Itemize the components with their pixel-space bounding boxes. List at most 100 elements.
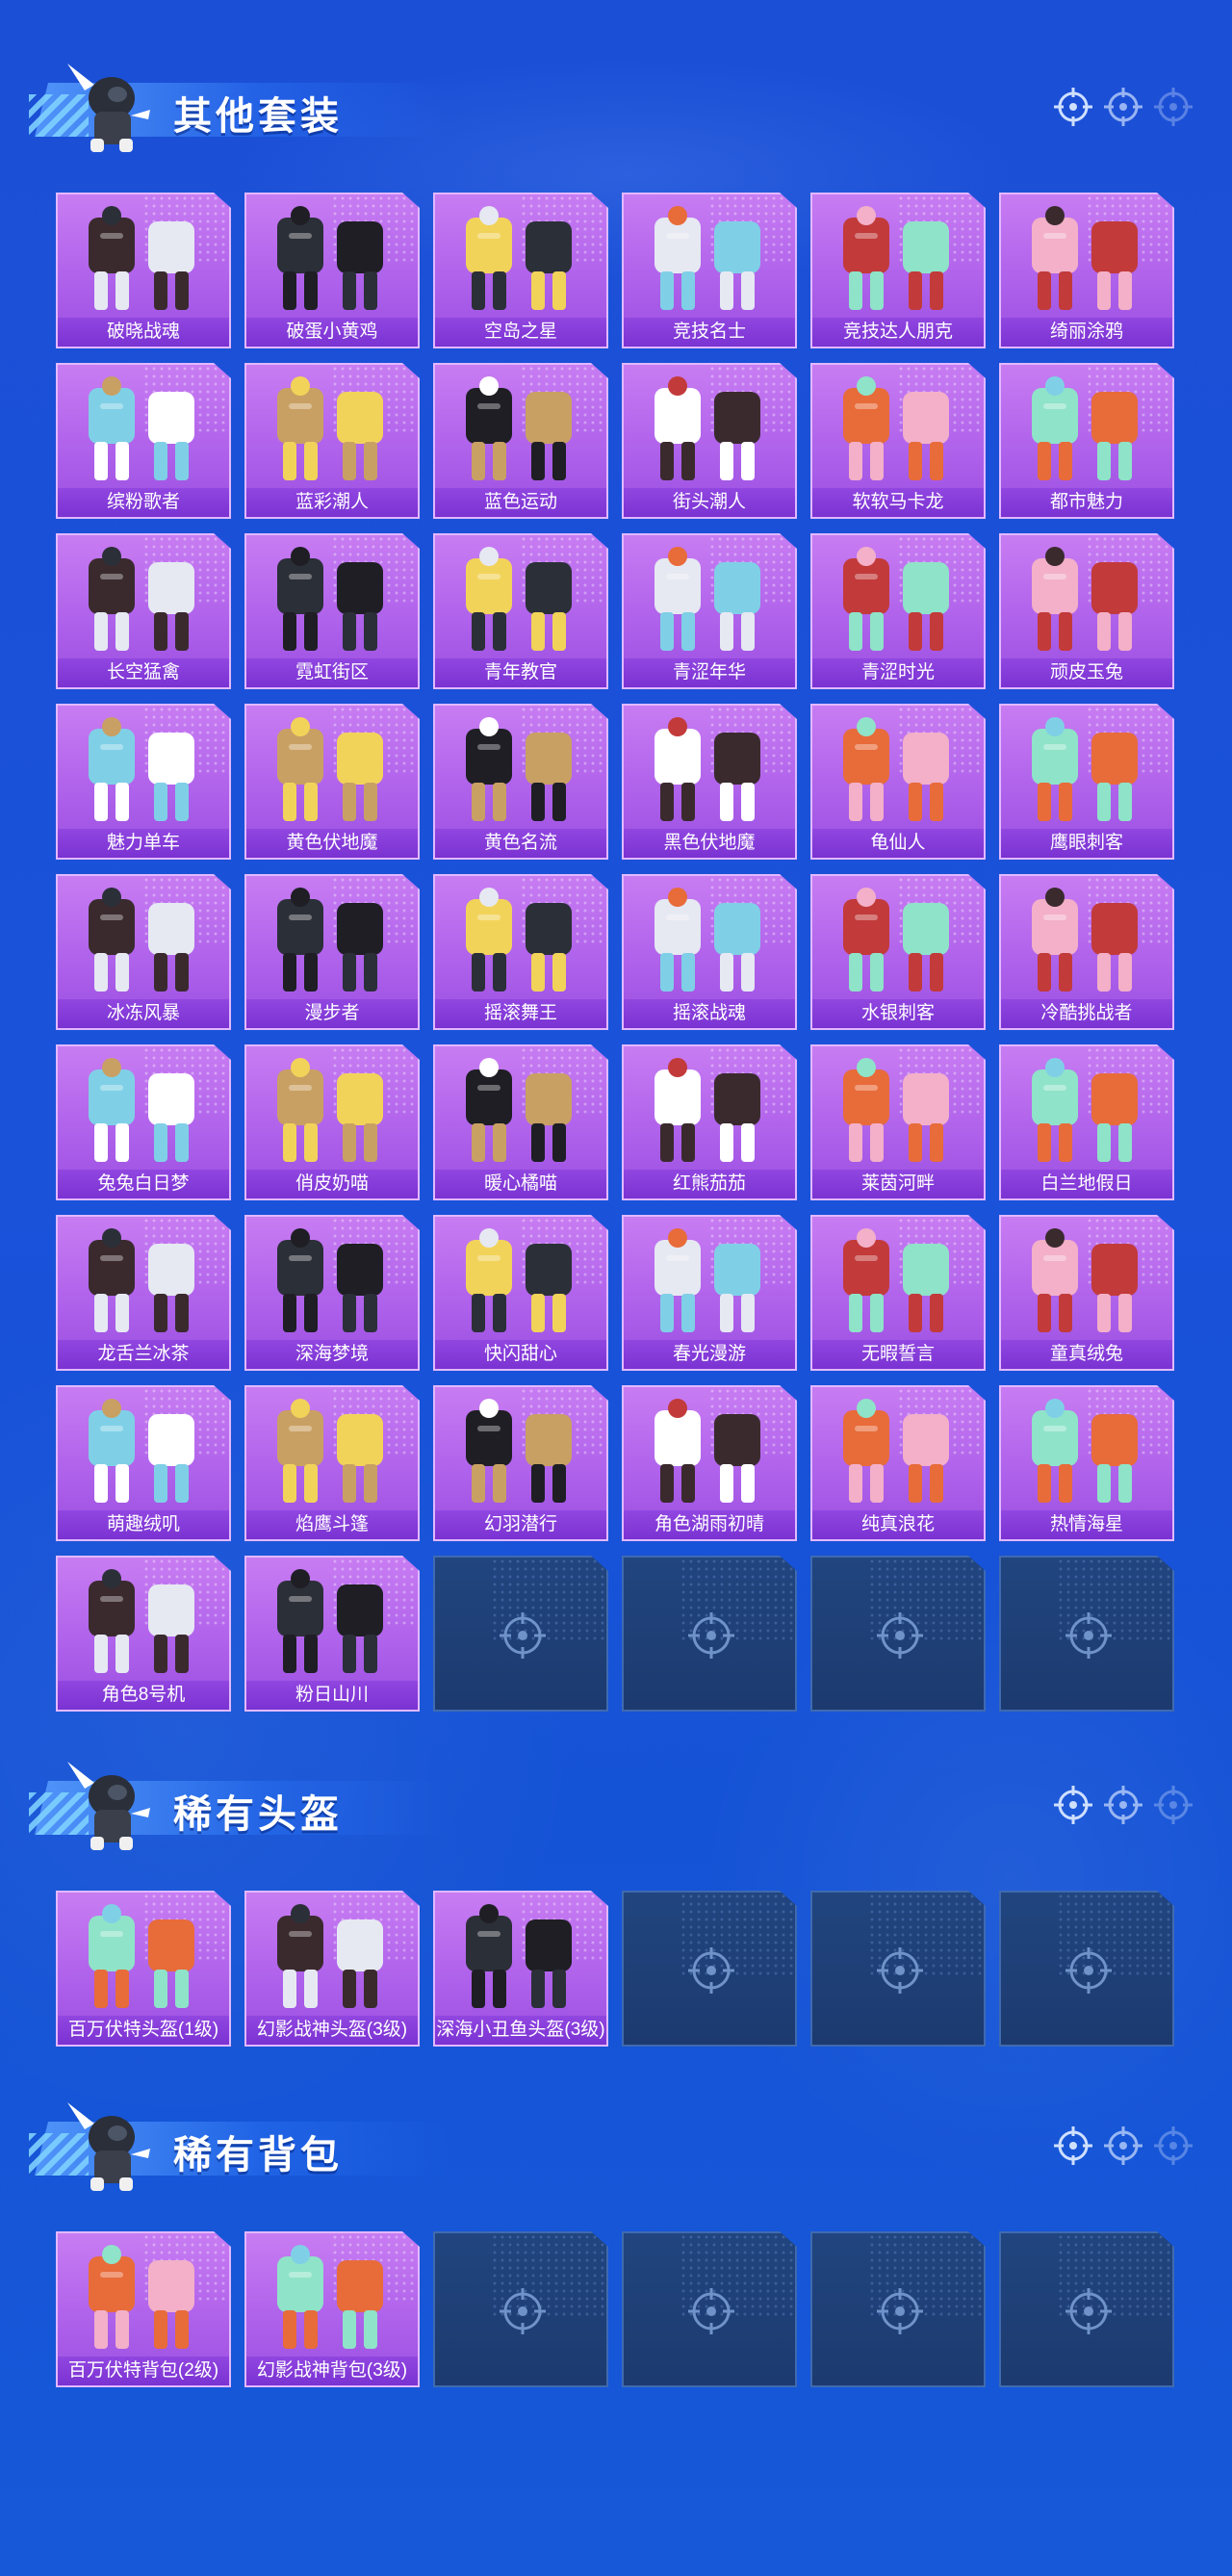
crosshair-icon bbox=[1154, 1786, 1193, 1824]
crosshair-icon bbox=[1054, 1786, 1092, 1824]
item-label: 深海梦境 bbox=[246, 1340, 418, 1369]
item-card[interactable]: 软软马卡龙 bbox=[810, 363, 986, 519]
item-card[interactable]: 深海梦境 bbox=[244, 1215, 420, 1371]
item-card[interactable]: 快闪甜心 bbox=[433, 1215, 608, 1371]
item-card[interactable]: 黄色名流 bbox=[433, 704, 608, 860]
item-image bbox=[449, 886, 593, 999]
item-card[interactable]: 青涩年华 bbox=[622, 533, 797, 689]
item-label: 兔兔白日梦 bbox=[58, 1170, 229, 1198]
item-card[interactable]: 青年教官 bbox=[433, 533, 608, 689]
item-image bbox=[637, 715, 782, 829]
item-card[interactable]: 街头潮人 bbox=[622, 363, 797, 519]
crosshair-icon bbox=[496, 1609, 550, 1662]
crosshair-icon bbox=[684, 1609, 738, 1662]
item-card[interactable]: 霓虹街区 bbox=[244, 533, 420, 689]
item-card[interactable]: 魅力单车 bbox=[56, 704, 231, 860]
item-card[interactable]: 俏皮奶喵 bbox=[244, 1044, 420, 1200]
item-card[interactable]: 焰鹰斗篷 bbox=[244, 1385, 420, 1541]
item-card[interactable]: 萌趣绒叽 bbox=[56, 1385, 231, 1541]
item-card[interactable]: 幻羽潜行 bbox=[433, 1385, 608, 1541]
item-card[interactable]: 暖心橘喵 bbox=[433, 1044, 608, 1200]
item-card[interactable]: 无暇誓言 bbox=[810, 1215, 986, 1371]
crosshair-icon bbox=[684, 2284, 738, 2338]
item-label: 黑色伏地魔 bbox=[624, 829, 795, 858]
item-image bbox=[260, 1397, 404, 1510]
item-card[interactable]: 热情海星 bbox=[999, 1385, 1174, 1541]
item-label: 焰鹰斗篷 bbox=[246, 1510, 418, 1539]
item-card[interactable]: 水银刺客 bbox=[810, 874, 986, 1030]
item-label: 竞技名士 bbox=[624, 318, 795, 347]
item-card[interactable]: 竞技达人朋克 bbox=[810, 193, 986, 348]
item-card[interactable]: 顽皮玉兔 bbox=[999, 533, 1174, 689]
crosshair-icon bbox=[1054, 2126, 1092, 2165]
item-image bbox=[1014, 545, 1159, 658]
item-image bbox=[826, 715, 970, 829]
item-card[interactable]: 百万伏特头盔(1级) bbox=[56, 1891, 231, 2047]
item-label: 魅力单车 bbox=[58, 829, 229, 858]
item-card[interactable]: 青涩时光 bbox=[810, 533, 986, 689]
item-card[interactable]: 黑色伏地魔 bbox=[622, 704, 797, 860]
item-card[interactable]: 蓝色运动 bbox=[433, 363, 608, 519]
item-card[interactable]: 龙舌兰冰茶 bbox=[56, 1215, 231, 1371]
item-card[interactable]: 红熊茄茄 bbox=[622, 1044, 797, 1200]
item-image bbox=[71, 545, 216, 658]
item-grid: 百万伏特背包(2级) 幻影战神背包(3级) bbox=[56, 2231, 1174, 2387]
item-card[interactable]: 破蛋小黄鸡 bbox=[244, 193, 420, 348]
item-image bbox=[1014, 715, 1159, 829]
item-label: 幻羽潜行 bbox=[435, 1510, 606, 1539]
crosshair-icon bbox=[1062, 1944, 1116, 1997]
item-card[interactable]: 长空猛禽 bbox=[56, 533, 231, 689]
item-card[interactable]: 摇滚舞王 bbox=[433, 874, 608, 1030]
item-card[interactable]: 摇滚战魂 bbox=[622, 874, 797, 1030]
item-label: 长空猛禽 bbox=[58, 658, 229, 687]
item-grid: 百万伏特头盔(1级) 幻影战神头盔(3级) 深海小丑鱼头盔(3级) bbox=[56, 1891, 1174, 2047]
item-card[interactable]: 破晓战魂 bbox=[56, 193, 231, 348]
item-image bbox=[637, 1397, 782, 1510]
item-image bbox=[71, 715, 216, 829]
item-card[interactable]: 兔兔白日梦 bbox=[56, 1044, 231, 1200]
item-card[interactable]: 莱茵河畔 bbox=[810, 1044, 986, 1200]
item-card[interactable]: 都市魅力 bbox=[999, 363, 1174, 519]
item-image bbox=[260, 715, 404, 829]
item-card[interactable]: 纯真浪花 bbox=[810, 1385, 986, 1541]
item-card[interactable]: 竞技名士 bbox=[622, 193, 797, 348]
item-label: 黄色伏地魔 bbox=[246, 829, 418, 858]
empty-slot bbox=[622, 1556, 797, 1712]
item-image bbox=[637, 204, 782, 318]
item-label: 百万伏特头盔(1级) bbox=[58, 2016, 229, 2045]
item-card[interactable]: 幻影战神头盔(3级) bbox=[244, 1891, 420, 2047]
item-card[interactable]: 角色8号机 bbox=[56, 1556, 231, 1712]
item-label: 都市魅力 bbox=[1001, 488, 1172, 517]
item-image bbox=[449, 715, 593, 829]
item-card[interactable]: 白兰地假日 bbox=[999, 1044, 1174, 1200]
item-card[interactable]: 空岛之星 bbox=[433, 193, 608, 348]
item-label: 摇滚战魂 bbox=[624, 999, 795, 1028]
item-image bbox=[826, 374, 970, 488]
item-card[interactable]: 黄色伏地魔 bbox=[244, 704, 420, 860]
item-label: 萌趣绒叽 bbox=[58, 1510, 229, 1539]
item-card[interactable]: 粉日山川 bbox=[244, 1556, 420, 1712]
item-card[interactable]: 龟仙人 bbox=[810, 704, 986, 860]
section-title: 稀有背包 bbox=[173, 2134, 343, 2177]
item-card[interactable]: 春光漫游 bbox=[622, 1215, 797, 1371]
item-card[interactable]: 童真绒兔 bbox=[999, 1215, 1174, 1371]
item-card[interactable]: 角色湖雨初晴 bbox=[622, 1385, 797, 1541]
item-label: 红熊茄茄 bbox=[624, 1170, 795, 1198]
crosshair-icon bbox=[1054, 88, 1092, 126]
item-label: 莱茵河畔 bbox=[812, 1170, 984, 1198]
item-card[interactable]: 漫步者 bbox=[244, 874, 420, 1030]
decor-crosshairs bbox=[1051, 1783, 1195, 1827]
item-image bbox=[1014, 1226, 1159, 1340]
item-card[interactable]: 冰冻风暴 bbox=[56, 874, 231, 1030]
item-card[interactable]: 幻影战神背包(3级) bbox=[244, 2231, 420, 2387]
empty-slot bbox=[999, 1891, 1174, 2047]
item-card[interactable]: 缤粉歌者 bbox=[56, 363, 231, 519]
item-card[interactable]: 冷酷挑战者 bbox=[999, 874, 1174, 1030]
item-card[interactable]: 蓝彩潮人 bbox=[244, 363, 420, 519]
item-card[interactable]: 绮丽涂鸦 bbox=[999, 193, 1174, 348]
item-card[interactable]: 深海小丑鱼头盔(3级) bbox=[433, 1891, 608, 2047]
item-image bbox=[71, 204, 216, 318]
item-grid: 破晓战魂 破蛋小黄鸡 空岛之星 竞技名士 竞技达人朋克 绮丽涂鸦缤粉歌者 蓝彩潮人 蓝色运动街… bbox=[56, 193, 1174, 1712]
item-card[interactable]: 鹰眼刺客 bbox=[999, 704, 1174, 860]
item-card[interactable]: 百万伏特背包(2级) bbox=[56, 2231, 231, 2387]
